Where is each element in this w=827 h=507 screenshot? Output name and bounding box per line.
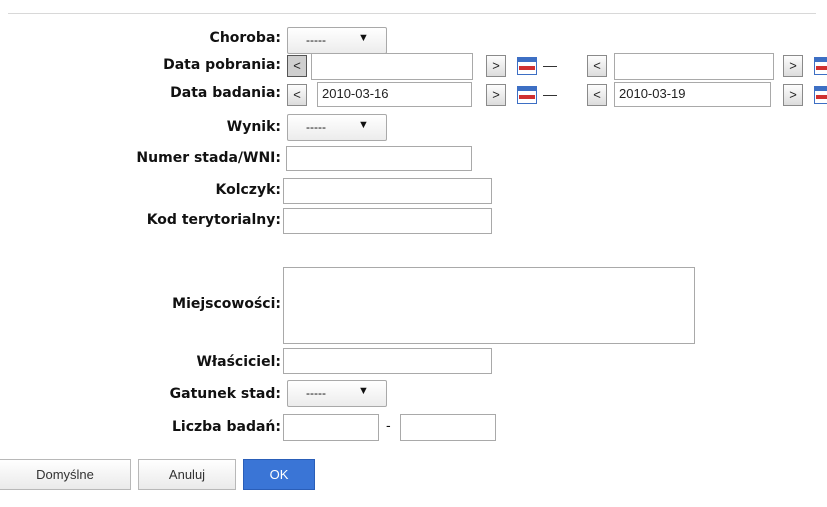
data-badania-to-prev-button[interactable]: < [587, 84, 607, 106]
kolczyk-label: Kolczyk: [215, 182, 281, 198]
miejscowosci-label: Miejscowości: [172, 296, 281, 312]
calendar-icon[interactable] [814, 57, 827, 75]
data-pobrania-from-input[interactable] [311, 53, 473, 80]
data-badania-to-input[interactable]: 2010-03-19 [614, 82, 771, 107]
data-pobrania-from-next-button[interactable]: > [486, 55, 506, 77]
kod-terytorialny-input[interactable] [283, 208, 492, 234]
data-badania-label: Data badania: [170, 85, 281, 101]
data-pobrania-to-input[interactable] [614, 53, 774, 80]
wlasciciel-label: Właściciel: [196, 354, 281, 370]
kolczyk-input[interactable] [283, 178, 492, 204]
calendar-icon[interactable] [517, 57, 537, 75]
calendar-icon[interactable] [517, 86, 537, 104]
data-badania-range-separator [543, 95, 557, 96]
choroba-label: Choroba: [209, 30, 281, 46]
data-pobrania-to-prev-button[interactable]: < [587, 55, 607, 77]
liczba-badan-from-input[interactable] [283, 414, 379, 441]
chevron-down-icon: ▼ [358, 119, 369, 131]
kod-terytorialny-label: Kod terytorialny: [146, 212, 281, 228]
chevron-down-icon: ▼ [358, 385, 369, 397]
data-pobrania-label: Data pobrania: [163, 57, 281, 73]
data-badania-from-next-button[interactable]: > [486, 84, 506, 106]
data-badania-to-next-button[interactable]: > [783, 84, 803, 106]
data-pobrania-range-separator [543, 66, 557, 67]
data-badania-from-prev-button[interactable]: < [287, 84, 307, 106]
liczba-badan-label: Liczba badań: [171, 419, 281, 435]
numer-stada-input[interactable] [286, 146, 472, 171]
ok-button[interactable]: OK [243, 459, 315, 490]
calendar-icon[interactable] [814, 86, 827, 104]
data-pobrania-from-prev-button[interactable]: < [287, 55, 307, 77]
default-button[interactable]: Domyślne [0, 459, 131, 490]
wynik-label: Wynik: [226, 119, 281, 135]
top-divider [8, 13, 816, 14]
liczba-badan-separator: - [386, 417, 391, 433]
wynik-select[interactable]: ----- ▼ [287, 114, 387, 141]
gatunek-stad-select-value: ----- [306, 386, 326, 400]
cancel-button[interactable]: Anuluj [138, 459, 236, 490]
gatunek-stad-label: Gatunek stad: [169, 386, 281, 402]
wlasciciel-input[interactable] [283, 348, 492, 374]
chevron-down-icon: ▼ [358, 32, 369, 44]
data-badania-from-input[interactable]: 2010-03-16 [317, 82, 472, 107]
choroba-select[interactable]: ----- ▼ [287, 27, 387, 54]
numer-stada-label: Numer stada/WNI: [136, 150, 281, 166]
wynik-select-value: ----- [306, 120, 326, 134]
liczba-badan-to-input[interactable] [400, 414, 496, 441]
choroba-select-value: ----- [306, 33, 326, 47]
data-pobrania-to-next-button[interactable]: > [783, 55, 803, 77]
miejscowosci-textarea[interactable] [283, 267, 695, 344]
gatunek-stad-select[interactable]: ----- ▼ [287, 380, 387, 407]
